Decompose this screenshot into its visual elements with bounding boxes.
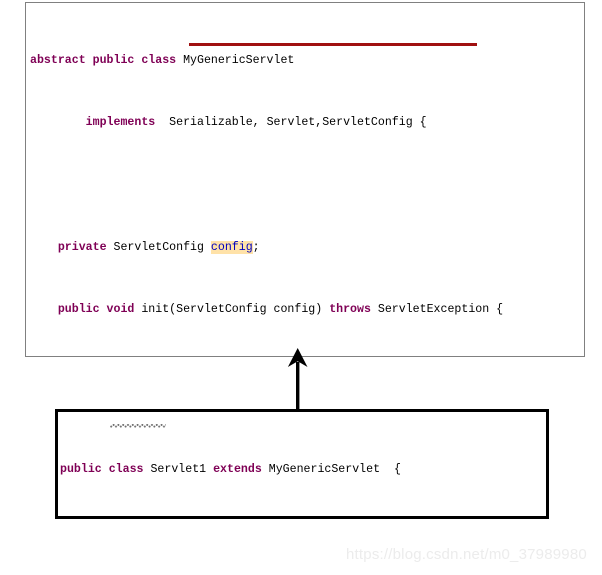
token-keyword: private [57, 240, 107, 254]
code-line: public class Servlet1 extends MyGenericS… [60, 462, 546, 478]
red-underline-annotation [189, 43, 477, 46]
token-field: config [210, 240, 253, 254]
upward-arrow-icon [287, 348, 308, 410]
token-keyword: extends [213, 462, 262, 476]
token-plain: ; [252, 240, 260, 254]
token-plain: ServletException { [370, 303, 504, 317]
token-plain: MyGenericServlet { [261, 462, 401, 476]
token-keyword: throws [329, 303, 371, 317]
token-plain: ServletConfig [106, 240, 211, 254]
code-line: implements Serializable, Servlet,Servlet… [30, 115, 584, 131]
watermark-text: https://blog.csdn.net/m0_37989980 [346, 546, 587, 563]
bottom-code-text[interactable]: public class Servlet1 extends MyGenericS… [58, 412, 546, 516]
top-code-block[interactable]: abstract public class MyGenericServlet i… [25, 2, 585, 357]
token-plain: Serializable, Servlet,ServletConfig { [155, 116, 427, 130]
code-line-current: private ServletConfig config; [30, 240, 584, 256]
code-line: public void init(ServletConfig config) t… [30, 302, 584, 318]
top-code-text[interactable]: abstract public class MyGenericServlet i… [26, 3, 584, 356]
token-plain: Servlet1 [143, 462, 214, 476]
token-keyword: implements [85, 116, 156, 130]
code-line: abstract public class MyGenericServlet [30, 53, 584, 69]
occurrence-highlight-config: config [210, 240, 253, 254]
token-keyword: public void [57, 303, 135, 317]
token-keyword: public class [60, 462, 144, 476]
token-keyword: abstract public class [30, 53, 177, 67]
error-squiggle-underline [110, 424, 166, 428]
token-plain: init(ServletConfig config) [134, 303, 330, 317]
token-plain: MyGenericServlet [176, 53, 295, 67]
